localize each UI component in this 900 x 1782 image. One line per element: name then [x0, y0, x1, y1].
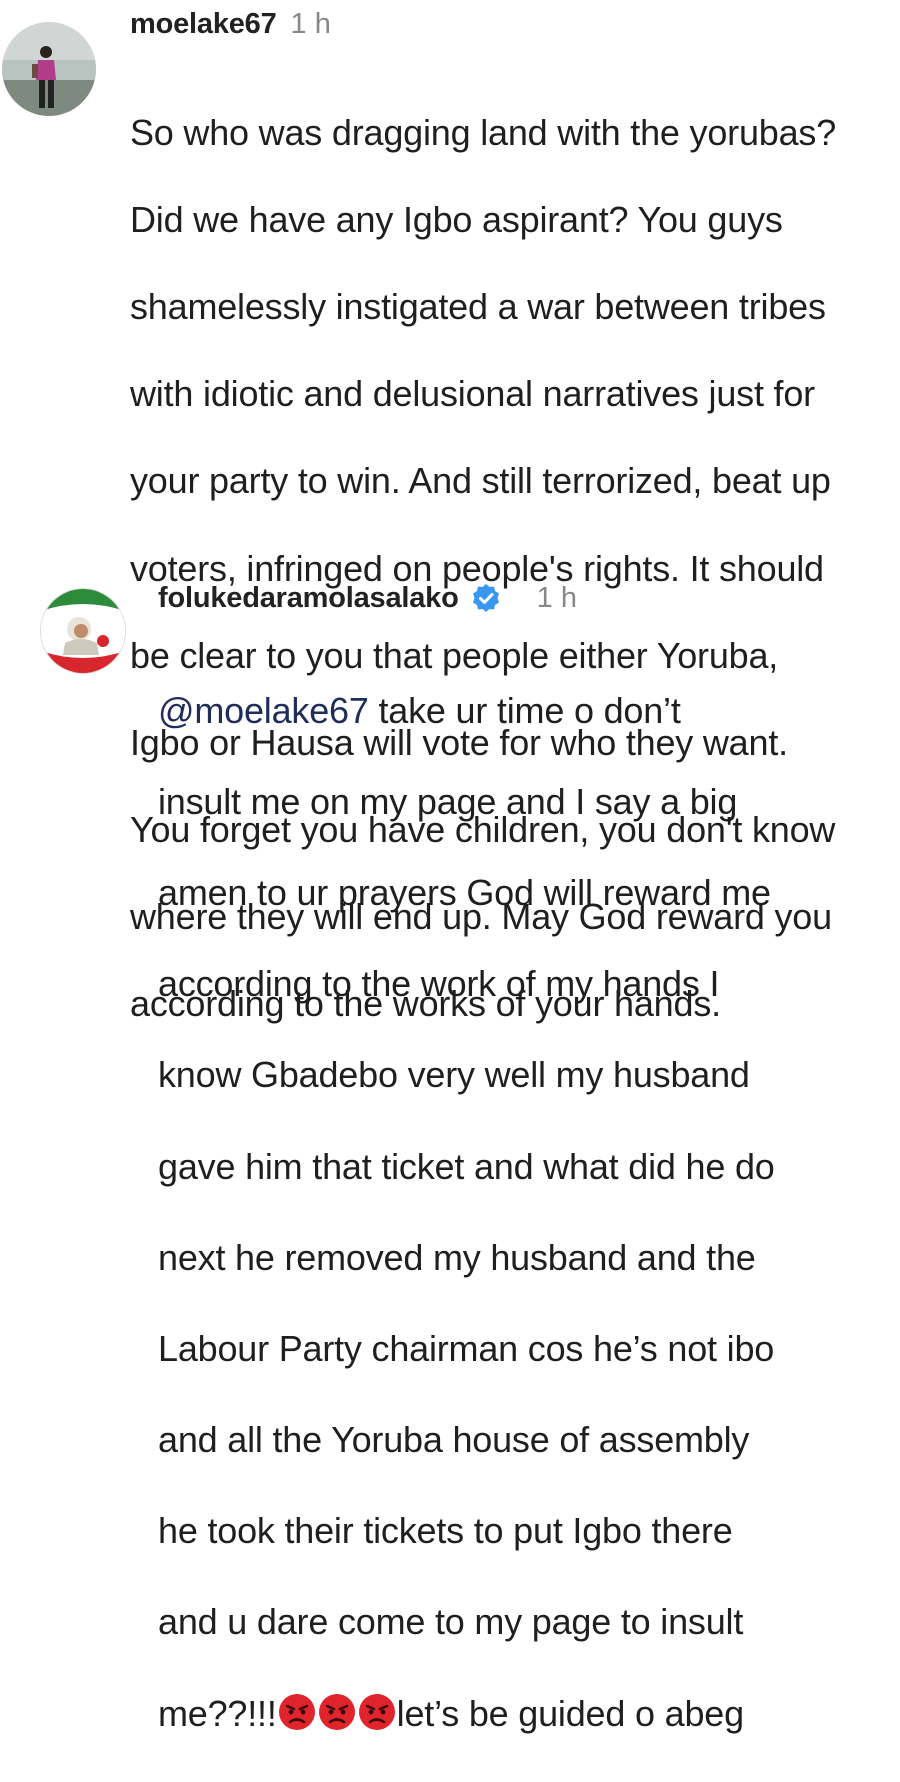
comment-line: So who was dragging land with the yoruba… [130, 111, 837, 153]
comment-line: with idiotic and delusional narratives j… [130, 373, 815, 415]
comment-line: he took their tickets to put Igbo there [158, 1510, 733, 1552]
username[interactable]: moelake67 [130, 8, 277, 41]
avatar[interactable] [2, 22, 96, 116]
comment-line: and all the Yoruba house of assembly [158, 1419, 750, 1461]
profile-photo-avatar-icon [41, 589, 125, 673]
comment-line: know Gbadebo very well my husband [158, 1054, 750, 1096]
comment-line-text: let’s be guided o abeg [396, 1692, 744, 1734]
timestamp[interactable]: 1 h [291, 8, 331, 41]
avatar[interactable] [40, 588, 126, 674]
comment-line-text: take ur time o don’t [368, 689, 681, 731]
comment-line: gave him that ticket and what did he do [158, 1145, 775, 1187]
user-photo-avatar-icon [2, 22, 96, 116]
comment-line: according to the work of my hands I [158, 963, 720, 1005]
comment-line: @moelake67 take ur time o don’t [158, 688, 775, 734]
comment-line: me??!!! let’s be guided o abeg [158, 1691, 775, 1737]
verified-badge-icon [471, 583, 501, 613]
comment-line: amen to ur prayers God will reward me [158, 871, 771, 913]
timestamp[interactable]: 1 h [537, 582, 577, 615]
username[interactable]: folukedaramolasalako [158, 582, 459, 615]
angry-face-emoji-icon [357, 1692, 397, 1732]
comment-line: Labour Party chairman cos he’s not ibo [158, 1327, 775, 1369]
angry-face-emoji-icon [317, 1692, 357, 1732]
comment-line: next he removed my husband and the [158, 1236, 756, 1278]
comment-line: Did we have any Igbo aspirant? You guys [130, 198, 783, 240]
comment-text: @moelake67 take ur time o don’t insult m… [158, 642, 775, 1782]
comment-line-text: me??!!! [158, 1692, 277, 1734]
comment-meta: moelake67 1 h [130, 4, 331, 44]
comment-line: shamelessly instigated a war between tri… [130, 285, 826, 327]
angry-face-emoji-icon [277, 1692, 317, 1732]
comment-meta: folukedaramolasalako 1 h [158, 578, 577, 618]
user-mention-link[interactable]: @moelake67 [158, 690, 369, 731]
comment-line: insult me on my page and I say a big [158, 780, 738, 822]
comment-line: your party to win. And still terrorized,… [130, 460, 831, 502]
comment-line: and u dare come to my page to insult [158, 1601, 744, 1643]
